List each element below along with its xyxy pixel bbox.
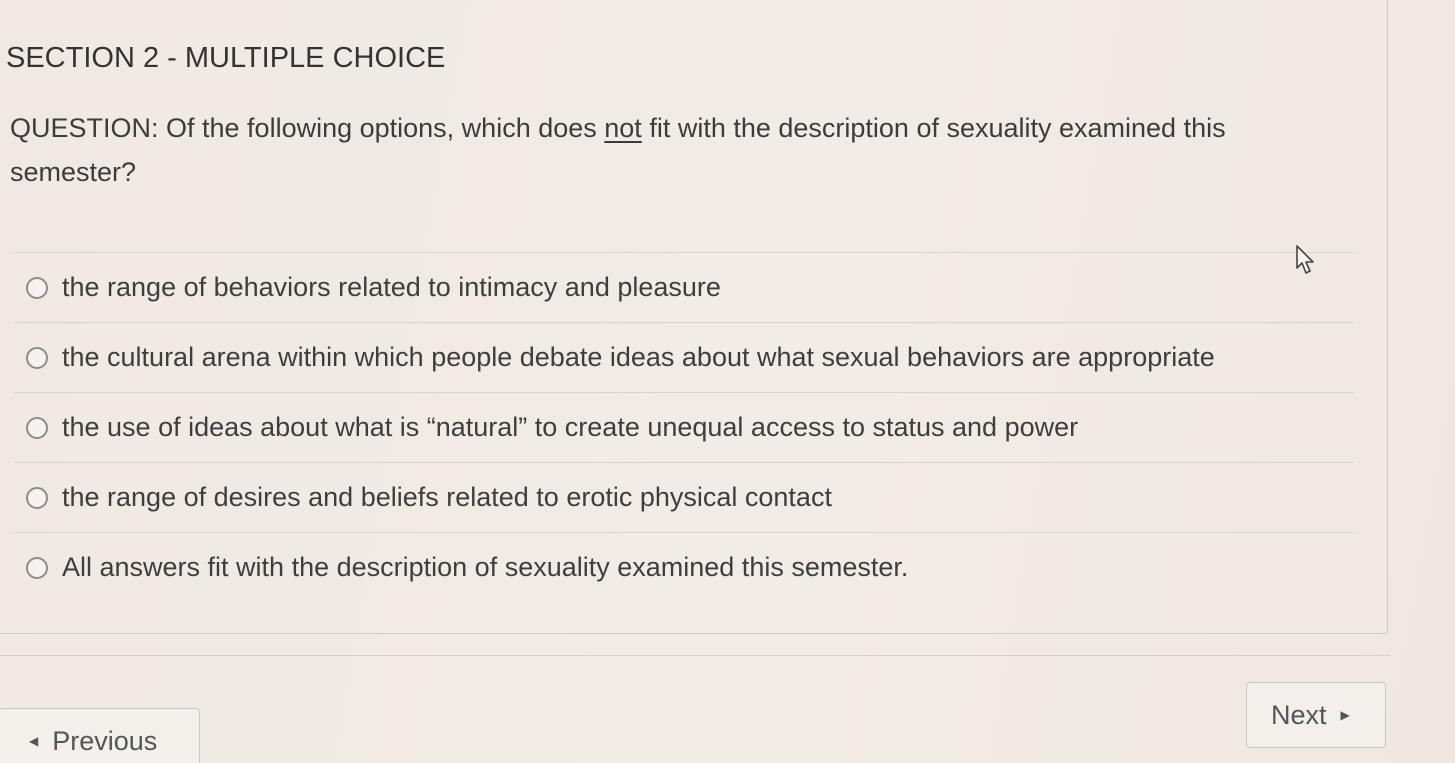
radio-button[interactable]: [26, 416, 48, 439]
next-button[interactable]: Next ▶: [1246, 682, 1386, 748]
answer-option-label: the range of behaviors related to intima…: [62, 272, 721, 302]
answer-option-3[interactable]: the use of ideas about what is “natural”…: [14, 392, 1354, 462]
question-prefix: QUESTION: Of the following options, whic…: [10, 113, 605, 143]
quiz-page: SECTION 2 - MULTIPLE CHOICE QUESTION: Of…: [0, 0, 1455, 763]
divider: [0, 655, 1390, 656]
radio-button[interactable]: [26, 276, 48, 299]
answer-option-label: the range of desires and beliefs related…: [62, 482, 832, 512]
answer-option-2[interactable]: the cultural arena within which people d…: [14, 322, 1354, 392]
previous-button[interactable]: ◀ Previous: [0, 708, 200, 763]
radio-button[interactable]: [26, 346, 48, 369]
answer-option-label: the use of ideas about what is “natural”…: [62, 412, 1079, 442]
question-emphasis: not: [604, 113, 642, 143]
next-button-label: Next: [1271, 699, 1327, 730]
radio-button[interactable]: [26, 486, 48, 509]
answer-option-label: the cultural arena within which people d…: [62, 342, 1215, 372]
previous-button-label: Previous: [52, 725, 158, 756]
answer-options: the range of behaviors related to intima…: [14, 252, 1354, 602]
answer-option-5[interactable]: All answers fit with the description of …: [14, 532, 1354, 602]
section-title: SECTION 2 - MULTIPLE CHOICE: [6, 42, 446, 74]
triangle-right-icon: ▶: [1340, 708, 1350, 722]
answer-option-4[interactable]: the range of desires and beliefs related…: [14, 462, 1354, 532]
radio-button[interactable]: [26, 556, 48, 579]
answer-option-1[interactable]: the range of behaviors related to intima…: [14, 252, 1354, 322]
answer-option-label: All answers fit with the description of …: [62, 552, 909, 582]
mouse-pointer-icon: [1296, 245, 1314, 274]
question-text: QUESTION: Of the following options, whic…: [10, 106, 1340, 194]
triangle-left-icon: ◀: [29, 734, 39, 748]
